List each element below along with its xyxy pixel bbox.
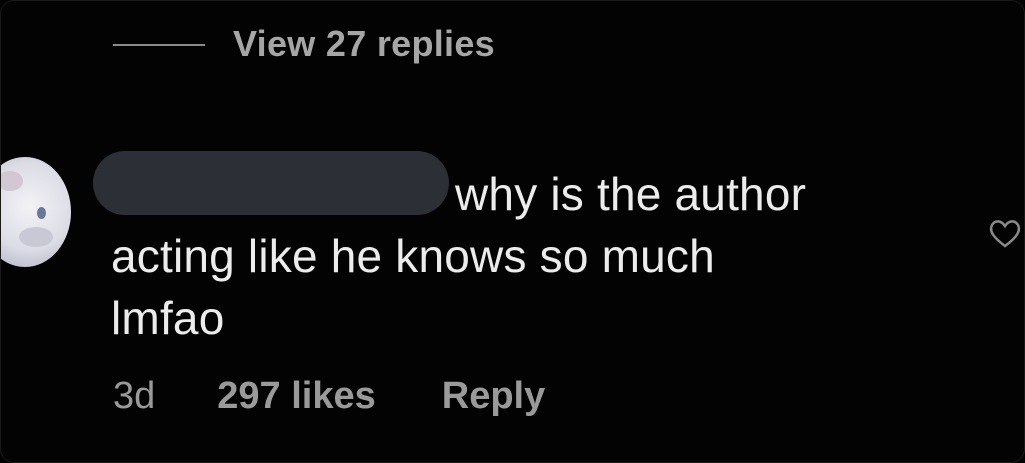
comment-screenshot: View 27 replies why is the author acting… bbox=[0, 0, 1025, 463]
reply-button[interactable]: Reply bbox=[442, 375, 545, 418]
comment-text-line-1: why is the author bbox=[455, 168, 807, 220]
view-replies-label: View 27 replies bbox=[233, 23, 496, 64]
view-replies-button[interactable]: View 27 replies bbox=[113, 23, 495, 65]
avatar-cheek bbox=[19, 227, 53, 247]
heart-icon[interactable] bbox=[987, 215, 1023, 251]
comment-text-line-3: lmfao bbox=[111, 292, 225, 344]
comment-text: why is the author acting like he knows s… bbox=[111, 163, 911, 349]
replies-divider-line bbox=[113, 44, 205, 46]
comment-text-line-2: acting like he knows so much bbox=[111, 230, 715, 282]
avatar-icon[interactable] bbox=[1, 157, 71, 267]
likes-count[interactable]: 297 likes bbox=[217, 375, 375, 418]
comment-timestamp: 3d bbox=[113, 375, 156, 417]
avatar-eye bbox=[37, 207, 46, 219]
comment-meta: 3d 297 likes Reply bbox=[113, 375, 545, 418]
avatar-ear bbox=[1, 171, 23, 191]
